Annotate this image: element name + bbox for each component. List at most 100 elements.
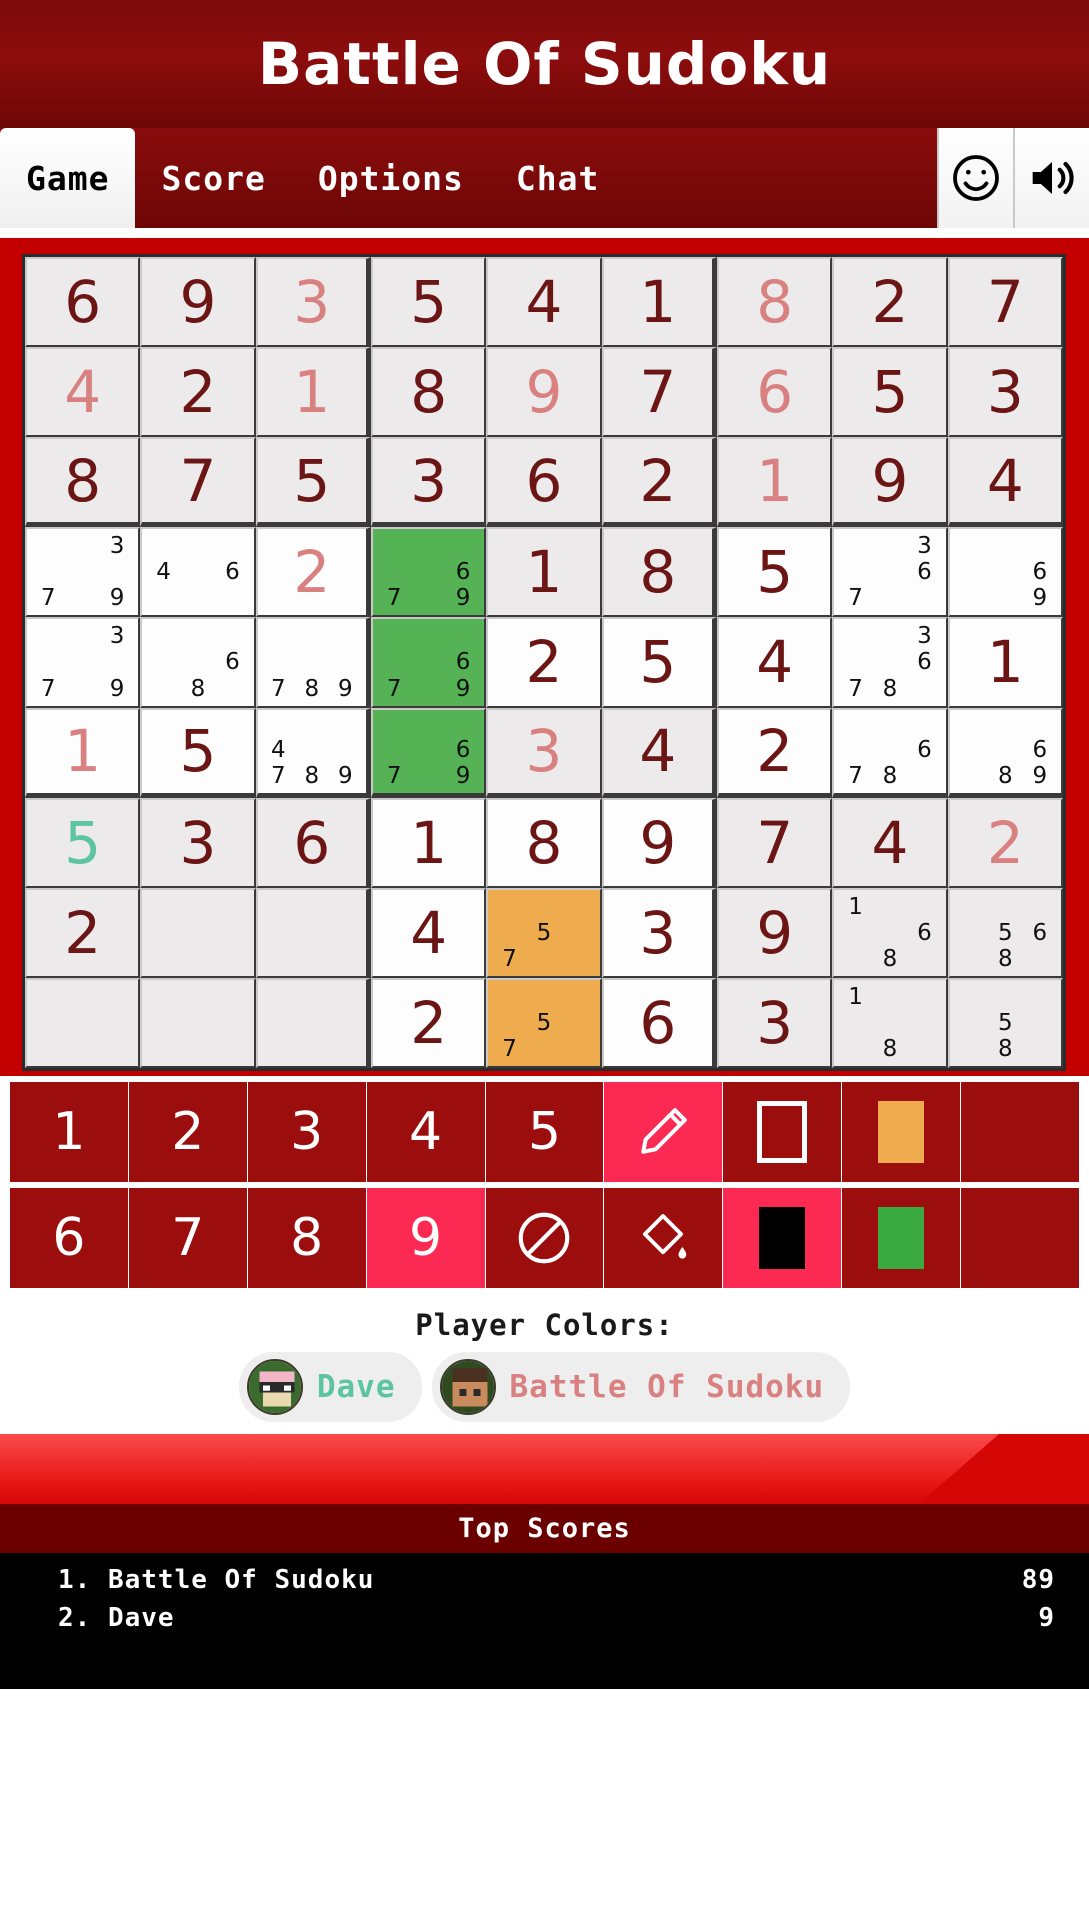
tab-game[interactable]: Game xyxy=(0,128,136,228)
no-entry-icon[interactable] xyxy=(485,1188,604,1288)
cell-r6-c1[interactable]: 1 xyxy=(25,707,141,798)
cell-r9-c1[interactable] xyxy=(25,977,141,1068)
orange-swatch[interactable] xyxy=(842,1082,961,1182)
cell-r2-c7[interactable]: 6 xyxy=(717,347,833,438)
cell-r4-c7[interactable]: 5 xyxy=(717,527,833,618)
cell-r3-c2[interactable]: 7 xyxy=(140,437,256,528)
cell-r1-c8[interactable]: 2 xyxy=(832,257,948,348)
cell-r4-c1[interactable]: 3 7 9 xyxy=(25,527,141,618)
numpad-2[interactable]: 2 xyxy=(128,1082,247,1182)
cell-r2-c9[interactable]: 3 xyxy=(947,347,1063,438)
cell-r8-c6[interactable]: 3 xyxy=(601,887,717,978)
cell-r8-c1[interactable]: 2 xyxy=(25,887,141,978)
cell-r4-c3[interactable]: 2 xyxy=(255,527,371,618)
cell-r8-c7[interactable]: 9 xyxy=(717,887,833,978)
pencil-icon[interactable] xyxy=(604,1082,723,1182)
cell-r3-c1[interactable]: 8 xyxy=(25,437,141,528)
tab-options[interactable]: Options xyxy=(291,128,490,228)
cell-r7-c8[interactable]: 4 xyxy=(832,797,948,888)
cell-r9-c3[interactable] xyxy=(255,977,371,1068)
cell-r2-c4[interactable]: 8 xyxy=(371,347,487,438)
cell-r4-c4[interactable]: 6 7 9 xyxy=(371,527,487,618)
cell-r2-c3[interactable]: 1 xyxy=(255,347,371,438)
cell-r9-c6[interactable]: 6 xyxy=(601,977,717,1068)
cell-r2-c6[interactable]: 7 xyxy=(601,347,717,438)
player-color-chip[interactable]: Dave xyxy=(238,1352,422,1422)
sound-icon[interactable] xyxy=(1013,128,1089,228)
cell-r6-c8[interactable]: 6 78 xyxy=(832,707,948,798)
cell-r7-c1[interactable]: 5 xyxy=(25,797,141,888)
cell-r5-c1[interactable]: 3 7 9 xyxy=(25,617,141,708)
tab-score[interactable]: Score xyxy=(135,128,292,228)
sudoku-board[interactable]: 6935418274218976538753621943794626791853… xyxy=(22,254,1066,1071)
cell-r6-c5[interactable]: 3 xyxy=(486,707,602,798)
cell-r6-c4[interactable]: 6 7 9 xyxy=(371,707,487,798)
square-outline-icon[interactable] xyxy=(723,1082,842,1182)
cell-r8-c2[interactable] xyxy=(140,887,256,978)
smiley-icon[interactable] xyxy=(937,128,1013,228)
numpad-9[interactable]: 9 xyxy=(366,1188,485,1288)
cell-r1-c2[interactable]: 9 xyxy=(140,257,256,348)
cell-r6-c9[interactable]: 689 xyxy=(947,707,1063,798)
cell-r6-c3[interactable]: 4789 xyxy=(255,707,371,798)
numpad-7[interactable]: 7 xyxy=(128,1188,247,1288)
cell-r8-c5[interactable]: 57 xyxy=(486,887,602,978)
cell-r3-c4[interactable]: 3 xyxy=(371,437,487,528)
cell-r1-c4[interactable]: 5 xyxy=(371,257,487,348)
cell-r4-c8[interactable]: 36 7 xyxy=(832,527,948,618)
cell-r1-c6[interactable]: 1 xyxy=(601,257,717,348)
cell-r5-c6[interactable]: 5 xyxy=(601,617,717,708)
cell-r3-c3[interactable]: 5 xyxy=(255,437,371,528)
cell-r5-c5[interactable]: 2 xyxy=(486,617,602,708)
numpad-4[interactable]: 4 xyxy=(366,1082,485,1182)
cell-r9-c7[interactable]: 3 xyxy=(717,977,833,1068)
cell-r7-c7[interactable]: 7 xyxy=(717,797,833,888)
cell-r8-c4[interactable]: 4 xyxy=(371,887,487,978)
numpad-8[interactable]: 8 xyxy=(247,1188,366,1288)
cell-r8-c3[interactable] xyxy=(255,887,371,978)
player-color-chip[interactable]: Battle Of Sudoku xyxy=(431,1352,851,1422)
green-swatch[interactable] xyxy=(842,1188,961,1288)
cell-r7-c4[interactable]: 1 xyxy=(371,797,487,888)
cell-r8-c9[interactable]: 568 xyxy=(947,887,1063,978)
cell-r1-c9[interactable]: 7 xyxy=(947,257,1063,348)
cell-r3-c7[interactable]: 1 xyxy=(717,437,833,528)
cell-r5-c2[interactable]: 68 xyxy=(140,617,256,708)
cell-r4-c9[interactable]: 69 xyxy=(947,527,1063,618)
cell-r3-c6[interactable]: 2 xyxy=(601,437,717,528)
cell-r3-c8[interactable]: 9 xyxy=(832,437,948,528)
cell-r5-c7[interactable]: 4 xyxy=(717,617,833,708)
cell-r4-c5[interactable]: 1 xyxy=(486,527,602,618)
black-swatch[interactable] xyxy=(723,1188,842,1288)
numpad-6[interactable]: 6 xyxy=(10,1188,128,1288)
cell-r5-c9[interactable]: 1 xyxy=(947,617,1063,708)
cell-r7-c6[interactable]: 9 xyxy=(601,797,717,888)
cell-r1-c7[interactable]: 8 xyxy=(717,257,833,348)
cell-r5-c3[interactable]: 789 xyxy=(255,617,371,708)
cell-r2-c5[interactable]: 9 xyxy=(486,347,602,438)
tab-chat[interactable]: Chat xyxy=(489,128,626,228)
cell-r7-c9[interactable]: 2 xyxy=(947,797,1063,888)
cell-r1-c1[interactable]: 6 xyxy=(25,257,141,348)
numpad-3[interactable]: 3 xyxy=(247,1082,366,1182)
cell-r2-c1[interactable]: 4 xyxy=(25,347,141,438)
cell-r3-c5[interactable]: 6 xyxy=(486,437,602,528)
cell-r9-c5[interactable]: 57 xyxy=(486,977,602,1068)
cell-r7-c3[interactable]: 6 xyxy=(255,797,371,888)
cell-r3-c9[interactable]: 4 xyxy=(947,437,1063,528)
cell-r4-c6[interactable]: 8 xyxy=(601,527,717,618)
cell-r6-c6[interactable]: 4 xyxy=(601,707,717,798)
cell-r2-c2[interactable]: 2 xyxy=(140,347,256,438)
cell-r7-c2[interactable]: 3 xyxy=(140,797,256,888)
cell-r6-c2[interactable]: 5 xyxy=(140,707,256,798)
cell-r9-c4[interactable]: 2 xyxy=(371,977,487,1068)
cell-r9-c2[interactable] xyxy=(140,977,256,1068)
cell-r8-c8[interactable]: 1 68 xyxy=(832,887,948,978)
cell-r1-c3[interactable]: 3 xyxy=(255,257,371,348)
cell-r6-c7[interactable]: 2 xyxy=(717,707,833,798)
cell-r9-c9[interactable]: 58 xyxy=(947,977,1063,1068)
numpad-1[interactable]: 1 xyxy=(10,1082,128,1182)
numpad-5[interactable]: 5 xyxy=(485,1082,604,1182)
cell-r5-c4[interactable]: 6 7 9 xyxy=(371,617,487,708)
cell-r1-c5[interactable]: 4 xyxy=(486,257,602,348)
